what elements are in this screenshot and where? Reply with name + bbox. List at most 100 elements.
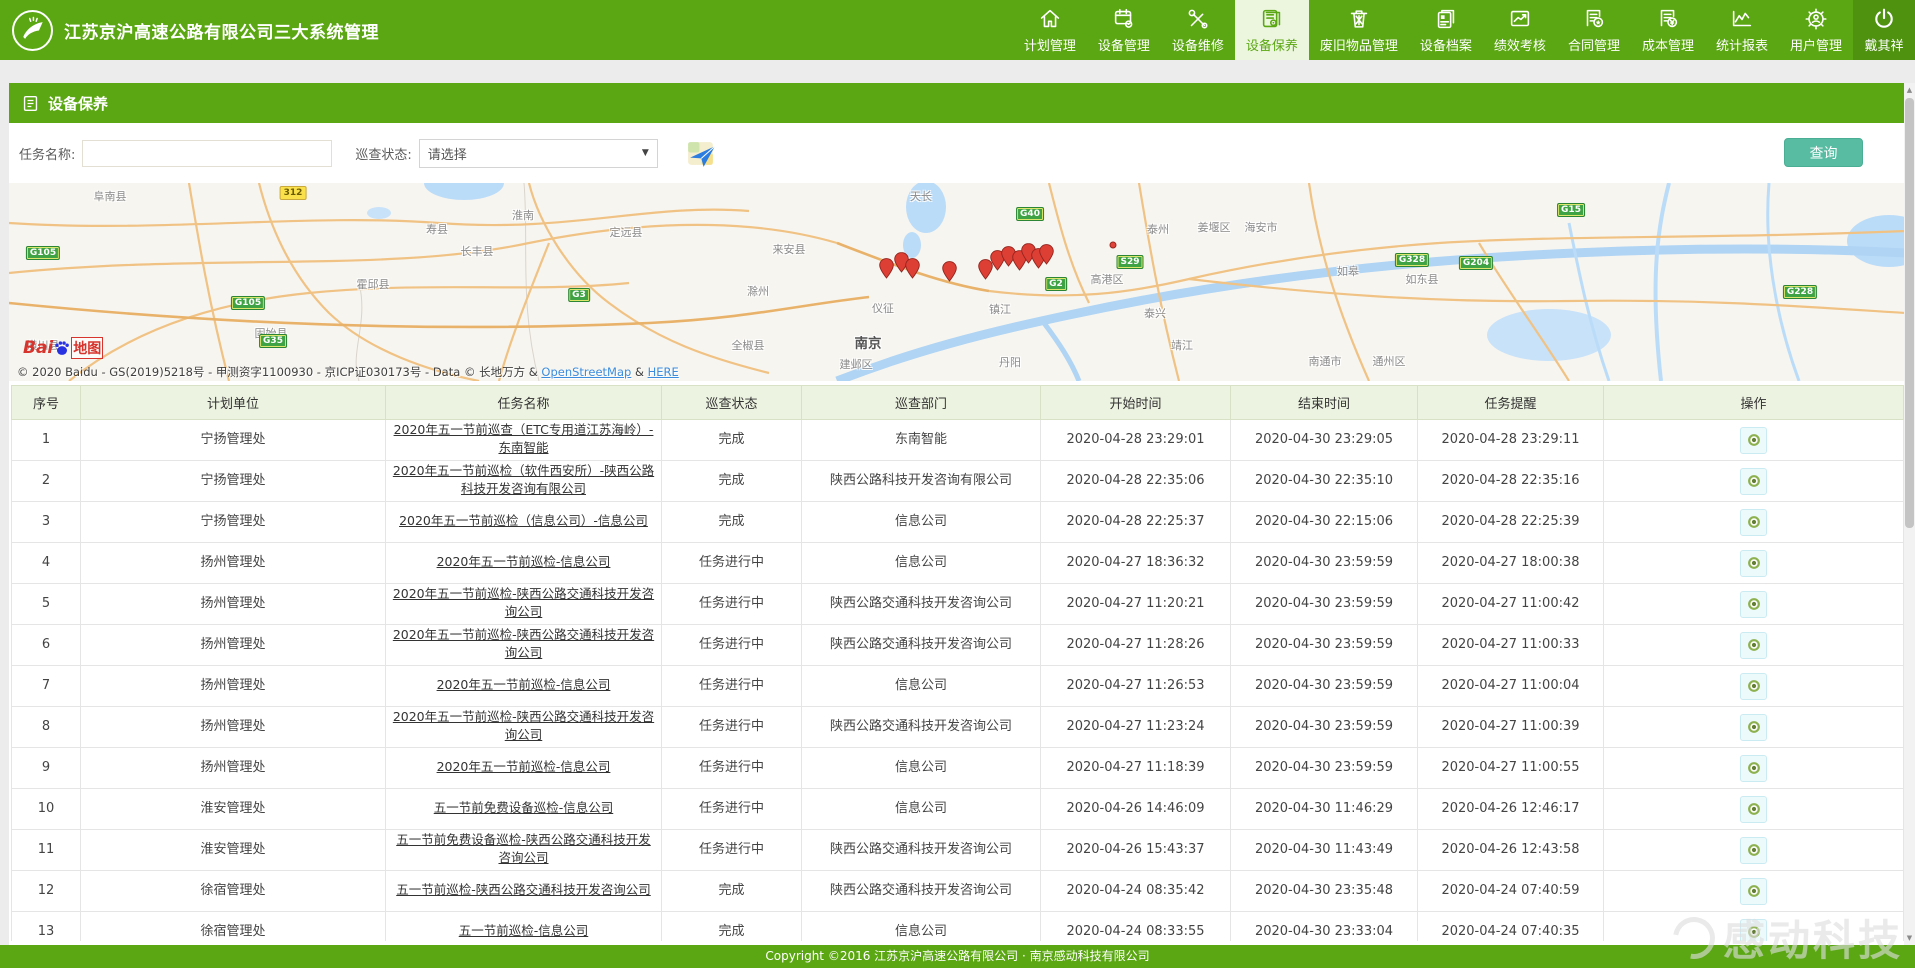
osm-link[interactable]: OpenStreetMap (541, 365, 631, 379)
map-place-label: 泰兴 (1144, 305, 1166, 321)
nav-item-6[interactable]: 设备档案 (1409, 0, 1483, 60)
column-header: 巡查状态 (662, 386, 802, 420)
task-link[interactable]: 2020年五一节前巡检-信息公司 (437, 677, 611, 692)
task-link[interactable]: 五一节前巡检-信息公司 (459, 923, 589, 938)
nav-item-2[interactable]: 设备管理 (1087, 0, 1161, 60)
task-table: 序号计划单位任务名称巡查状态巡查部门开始时间结束时间任务提醒操作 1宁扬管理处2… (11, 385, 1904, 941)
task-link[interactable]: 2020年五一节前巡检（软件西安所）-陕西公路科技开发咨询有限公司 (393, 463, 654, 496)
view-button[interactable] (1740, 673, 1767, 700)
task-link[interactable]: 2020年五一节前巡检（信息公司）-信息公司 (399, 513, 648, 528)
nav-label: 设备档案 (1420, 35, 1472, 54)
cell-start: 2020-04-24 08:35:42 (1041, 871, 1231, 912)
search-button[interactable]: 查询 (1784, 138, 1863, 167)
cell-start: 2020-04-28 23:29:01 (1041, 420, 1231, 461)
nav-item-5[interactable]: 废旧物品管理 (1309, 0, 1409, 60)
report-chart-icon (1729, 6, 1755, 32)
table-row: 10淮安管理处五一节前免费设备巡检-信息公司任务进行中信息公司2020-04-2… (12, 789, 1904, 830)
nav-item-10[interactable]: 统计报表 (1705, 0, 1779, 60)
map-marker-icon[interactable] (942, 261, 957, 282)
cell-actions (1604, 543, 1904, 584)
cell-end: 2020-04-30 22:35:10 (1231, 461, 1418, 502)
cell-status: 任务进行中 (662, 789, 802, 830)
cell-unit: 扬州管理处 (81, 748, 386, 789)
map-dot-marker (1110, 242, 1117, 249)
cell-remind: 2020-04-26 12:46:17 (1418, 789, 1604, 830)
view-button[interactable] (1740, 919, 1767, 942)
scrollbar-thumb[interactable] (1905, 98, 1914, 528)
view-button[interactable] (1740, 878, 1767, 905)
task-link[interactable]: 2020年五一节前巡检-信息公司 (437, 759, 611, 774)
map[interactable]: 阜南县淮南寿县长丰县定远县来安县天长霍邱县固始县潢川县滁州全椒县南京建邺区仪征镇… (9, 183, 1906, 381)
vertical-scrollbar[interactable]: ▲ ▼ (1904, 83, 1915, 945)
road-badge: G228 (1783, 285, 1817, 299)
view-button[interactable] (1740, 796, 1767, 823)
cell-start: 2020-04-24 08:33:55 (1041, 912, 1231, 942)
table-row: 4扬州管理处2020年五一节前巡检-信息公司任务进行中信息公司2020-04-2… (12, 543, 1904, 584)
view-button[interactable] (1740, 755, 1767, 782)
map-marker-icon[interactable] (879, 258, 894, 279)
view-button[interactable] (1740, 837, 1767, 864)
nav-item-7[interactable]: 绩效考核 (1483, 0, 1557, 60)
nav-item-9[interactable]: 成本管理 (1631, 0, 1705, 60)
scroll-down-arrow-icon[interactable]: ▼ (1904, 931, 1915, 945)
task-link[interactable]: 2020年五一节前巡检-陕西公路交通科技开发咨询公司 (393, 586, 654, 619)
view-button[interactable] (1740, 509, 1767, 536)
cell-actions (1604, 584, 1904, 625)
map-marker-icon[interactable] (1039, 244, 1054, 265)
column-header: 操作 (1604, 386, 1904, 420)
task-link[interactable]: 2020年五一节前巡检-陕西公路交通科技开发咨询公司 (393, 709, 654, 742)
view-button[interactable] (1740, 591, 1767, 618)
map-marker-icon[interactable] (905, 258, 920, 279)
cell-dept: 陕西公路科技开发咨询有限公司 (802, 461, 1041, 502)
cell-end: 2020-04-30 23:59:59 (1231, 707, 1418, 748)
archive-icon (1433, 6, 1459, 32)
cell-remind: 2020-04-27 11:00:42 (1418, 584, 1604, 625)
map-place-label: 全椒县 (732, 337, 765, 353)
task-link[interactable]: 2020年五一节前巡检-陕西公路交通科技开发咨询公司 (393, 627, 654, 660)
task-link[interactable]: 五一节前免费设备巡检-信息公司 (434, 800, 614, 815)
cell-task: 2020年五一节前巡检-信息公司 (386, 666, 662, 707)
cell-seq: 6 (12, 625, 81, 666)
content-card: 设备保养 任务名称: 巡查状态: 请选择 ▼ 查询 (9, 83, 1906, 945)
cell-seq: 11 (12, 830, 81, 871)
cell-remind: 2020-04-27 18:00:38 (1418, 543, 1604, 584)
performance-chart-icon (1507, 6, 1533, 32)
road-badge: G2 (1045, 277, 1067, 291)
task-link[interactable]: 五一节前免费设备巡检-陕西公路交通科技开发咨询公司 (396, 832, 651, 865)
cell-task: 2020年五一节前巡检-陕西公路交通科技开发咨询公司 (386, 707, 662, 748)
list-icon (22, 95, 39, 112)
nav-item-8[interactable]: 合同管理 (1557, 0, 1631, 60)
task-link[interactable]: 五一节前巡检-陕西公路交通科技开发咨询公司 (396, 882, 651, 897)
nav-item-11[interactable]: 用户管理 (1779, 0, 1853, 60)
task-link[interactable]: 2020年五一节前巡查（ETC专用道江苏海岭）-东南智能 (394, 422, 654, 455)
cell-unit: 扬州管理处 (81, 543, 386, 584)
map-send-icon[interactable] (685, 138, 718, 169)
nav-item-1[interactable]: 计划管理 (1013, 0, 1087, 60)
nav-item-3[interactable]: 设备维修 (1161, 0, 1235, 60)
view-button[interactable] (1740, 550, 1767, 577)
status-select[interactable]: 请选择 ▼ (419, 139, 658, 168)
view-button[interactable] (1740, 427, 1767, 454)
map-place-label: 泰州 (1147, 221, 1169, 237)
task-link[interactable]: 2020年五一节前巡检-信息公司 (437, 554, 611, 569)
view-button[interactable] (1740, 714, 1767, 741)
map-place-label: 滁州 (747, 283, 769, 299)
scroll-up-arrow-icon[interactable]: ▲ (1904, 83, 1915, 97)
nav-item-4[interactable]: 设备保养 (1235, 0, 1309, 60)
view-button[interactable] (1740, 468, 1767, 495)
user-menu[interactable]: 戴其祥 (1853, 0, 1915, 60)
task-name-input[interactable] (82, 140, 332, 167)
cell-actions (1604, 707, 1904, 748)
road-badge: 312 (280, 186, 307, 200)
power-icon (1871, 6, 1897, 32)
cell-actions (1604, 789, 1904, 830)
road-badge: G204 (1459, 256, 1493, 270)
here-link[interactable]: HERE (648, 365, 679, 379)
map-place-label: 来安县 (773, 241, 806, 257)
column-header: 计划单位 (81, 386, 386, 420)
cell-actions (1604, 871, 1904, 912)
cell-task: 2020年五一节前巡查（ETC专用道江苏海岭）-东南智能 (386, 420, 662, 461)
map-canvas (9, 183, 1906, 381)
cell-status: 完成 (662, 502, 802, 543)
view-button[interactable] (1740, 632, 1767, 659)
